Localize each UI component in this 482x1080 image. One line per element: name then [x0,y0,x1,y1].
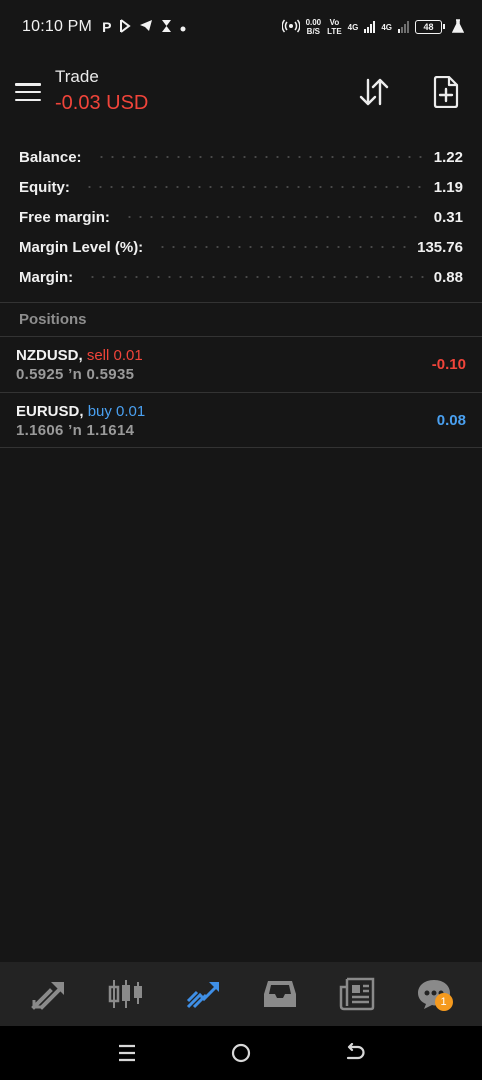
lab-flask-icon [451,18,465,36]
candlestick-icon [108,980,142,1008]
telegram-icon [139,19,153,35]
messages-tab[interactable]: 1 [409,969,459,1019]
header-actions [358,76,468,108]
position-row[interactable]: EURUSD, buy 0.01 1.1606 ’n 1.1614 0.08 [0,393,482,448]
dot-leader [95,156,424,158]
recent-apps-icon[interactable] [107,1033,147,1073]
position-info: NZDUSD, sell 0.01 0.5925 ’n 0.5935 [16,347,143,383]
inbox-tray-icon [263,981,296,1007]
system-nav-bar [0,1026,482,1080]
network-speed-unit: B/S [306,27,321,36]
battery-level: 48 [423,22,434,32]
equity-label: Equity: [19,178,70,196]
position-side: buy 0.01 [87,402,146,420]
network-type-1: 4G [347,22,359,32]
summary-row-margin: Margin: 0.88 [0,262,482,292]
equity-value: 1.19 [433,178,463,196]
summary-row-margin-level: Margin Level (%): 135.76 [0,232,482,262]
summary-row-balance: Balance: 1.22 [0,142,482,172]
media-app-icon [119,18,132,36]
floating-pnl: -0.03 USD [55,92,149,114]
signal-strength-icon [364,21,376,33]
app-header: Trade -0.03 USD [0,60,482,124]
unread-badge: 1 [434,993,453,1011]
free-margin-label: Free margin: [19,208,110,226]
dot-leader [83,186,424,188]
volte-bottom: LTE [327,27,342,36]
position-row[interactable]: NZDUSD, sell 0.01 0.5925 ’n 0.5935 -0.10 [0,337,482,392]
more-dot-icon [180,19,186,35]
dot-leader [87,276,424,278]
trade-tab[interactable] [178,969,228,1019]
sort-arrows-icon[interactable] [358,76,390,108]
signal-strength-2-icon [398,21,409,33]
network-speed: 0.00 B/S [306,18,322,36]
hourglass-icon [161,19,172,36]
title-block: Trade -0.03 USD [55,67,148,117]
hamburger-menu-icon[interactable] [14,80,42,104]
parking-app-icon: P [102,19,112,35]
summary-row-free-margin: Free margin: 0.31 [0,202,482,232]
free-margin-value: 0.31 [433,208,463,226]
balance-value: 1.22 [433,148,463,166]
margin-level-value: 135.76 [417,238,463,256]
position-prices: 1.1606 ’n 1.1614 [16,421,135,439]
history-tab[interactable] [255,969,305,1019]
status-left: 10:10 PM P [22,18,186,36]
position-symbol: EURUSD, [16,402,84,420]
margin-level-label: Margin Level (%): [19,238,144,256]
status-right: 0.00 B/S Vo LTE 4G 4G 48 [281,18,465,36]
position-profit: 0.08 [436,412,466,429]
position-info: EURUSD, buy 0.01 1.1606 ’n 1.1614 [16,403,145,439]
account-summary: Balance: 1.22 Equity: 1.19 Free margin: … [0,142,482,292]
news-tab[interactable] [332,969,382,1019]
status-time: 10:10 PM [22,18,93,35]
quotes-tab[interactable] [24,969,74,1019]
bottom-tab-bar: 1 [0,962,482,1026]
balance-label: Balance: [19,148,82,166]
margin-value: 0.88 [433,268,463,286]
quotes-arrows-icon [30,982,64,1010]
app-root: 10:10 PM P 0.00 B/S Vo LTE 4G 4G 48 Trad… [0,0,482,1080]
network-type-2: 4G [381,22,392,32]
margin-label: Margin: [19,268,74,286]
back-arrow-icon[interactable] [335,1033,375,1073]
divider [0,447,482,448]
notification-icons: P [102,18,186,36]
new-document-icon[interactable] [430,76,462,108]
position-title: NZDUSD, sell 0.01 [16,347,143,364]
position-symbol: NZDUSD, [16,346,83,364]
position-title: EURUSD, buy 0.01 [16,403,145,420]
summary-row-equity: Equity: 1.19 [0,172,482,202]
status-bar: 10:10 PM P 0.00 B/S Vo LTE 4G 4G 48 [0,0,482,54]
newspaper-icon [339,977,374,1011]
dot-leader [157,246,408,248]
battery-icon: 48 [415,20,445,34]
trade-trend-icon [186,982,219,1009]
dot-leader [123,216,424,218]
chart-tab[interactable] [101,969,151,1019]
volte-indicator: Vo LTE [327,18,342,36]
home-circle-icon[interactable] [221,1033,261,1073]
position-side: sell 0.01 [86,346,143,364]
network-speed-value: 0.00 [305,18,322,27]
volte-top: Vo [329,18,340,27]
position-prices: 0.5925 ’n 0.5935 [16,365,135,383]
hotspot-icon [281,19,301,36]
positions-section-header: Positions [19,311,87,328]
page-title: Trade [55,67,99,86]
position-profit: -0.10 [431,356,466,373]
